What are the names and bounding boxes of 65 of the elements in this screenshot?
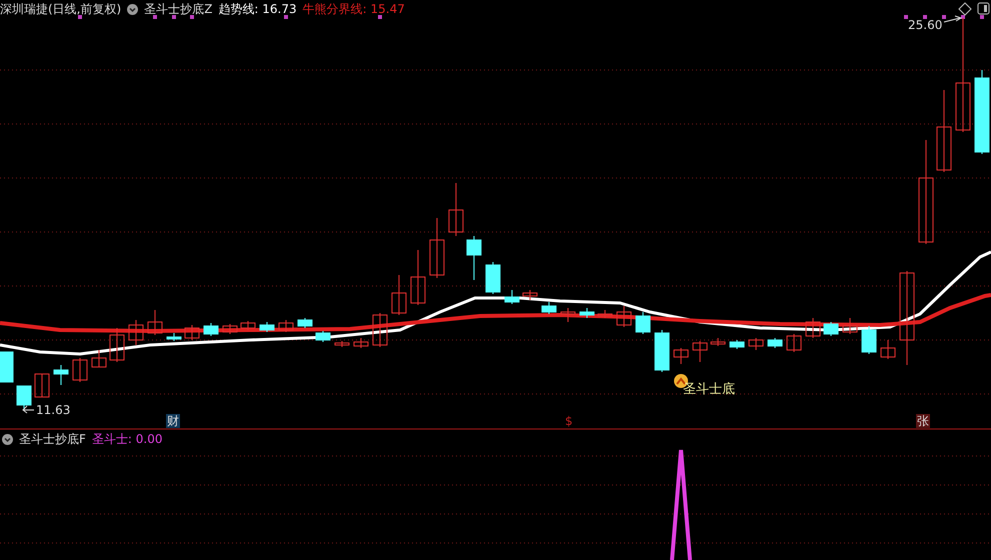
candle (824, 322, 838, 336)
candle (0, 352, 14, 382)
candle (128, 320, 144, 346)
indicator-name: 圣斗士抄底F (19, 431, 86, 448)
candle (166, 332, 182, 342)
high-price-label: 25.60 (908, 18, 942, 32)
line-reading: 圣斗士: 0.00 (92, 431, 162, 448)
dropdown-icon[interactable] (127, 4, 138, 15)
candle (504, 290, 520, 304)
candle (110, 328, 124, 362)
candle (730, 340, 744, 350)
candle (486, 262, 500, 294)
candle (278, 320, 294, 332)
stock-title: 深圳瑞捷(日线,前复权) (0, 1, 122, 18)
candle (560, 308, 576, 322)
candle (222, 324, 238, 334)
candle (674, 348, 688, 364)
candle (786, 334, 802, 352)
candle (316, 330, 330, 342)
candle (410, 250, 426, 306)
candle (92, 350, 106, 368)
event-marker[interactable]: 财 (166, 414, 180, 428)
candle (334, 340, 350, 348)
candle (354, 338, 368, 348)
candle (34, 374, 50, 398)
candle (636, 312, 650, 334)
candle (392, 274, 406, 316)
candle (522, 290, 538, 300)
panel-toggle-icon[interactable] (978, 2, 990, 14)
candle (16, 386, 32, 410)
candle (542, 302, 556, 314)
candle (240, 320, 256, 330)
candle (598, 310, 612, 318)
candle (298, 318, 312, 328)
candle (842, 318, 858, 334)
candle (260, 322, 274, 332)
candle (710, 338, 726, 346)
dropdown-icon[interactable] (2, 434, 13, 445)
signal-label: 圣斗士底 (683, 381, 735, 398)
diamond-icon[interactable] (958, 2, 972, 16)
event-marker[interactable]: 张 (916, 414, 930, 428)
candle (372, 312, 388, 348)
candle (448, 182, 464, 236)
line-reading: 牛熊分界线: 15.47 (302, 1, 405, 18)
candle (184, 324, 200, 340)
candle (54, 364, 68, 386)
candle (466, 236, 482, 280)
low-price-label: 11.63 (36, 403, 70, 417)
indicator-name: 圣斗士抄底Z (144, 1, 212, 18)
candle (72, 358, 88, 382)
candle (806, 318, 820, 338)
high-arrow-icon (944, 16, 962, 22)
candle (148, 310, 162, 336)
low-arrow-icon (22, 406, 34, 414)
candle (880, 340, 896, 360)
candle (654, 330, 670, 372)
candle (580, 308, 594, 318)
candle (748, 338, 764, 350)
candle (768, 338, 782, 348)
line-reading: 趋势线: 16.73 (218, 1, 297, 18)
candle (692, 340, 708, 362)
candle (430, 218, 444, 278)
candle (204, 322, 218, 336)
candle (616, 306, 632, 328)
candle (862, 326, 876, 354)
